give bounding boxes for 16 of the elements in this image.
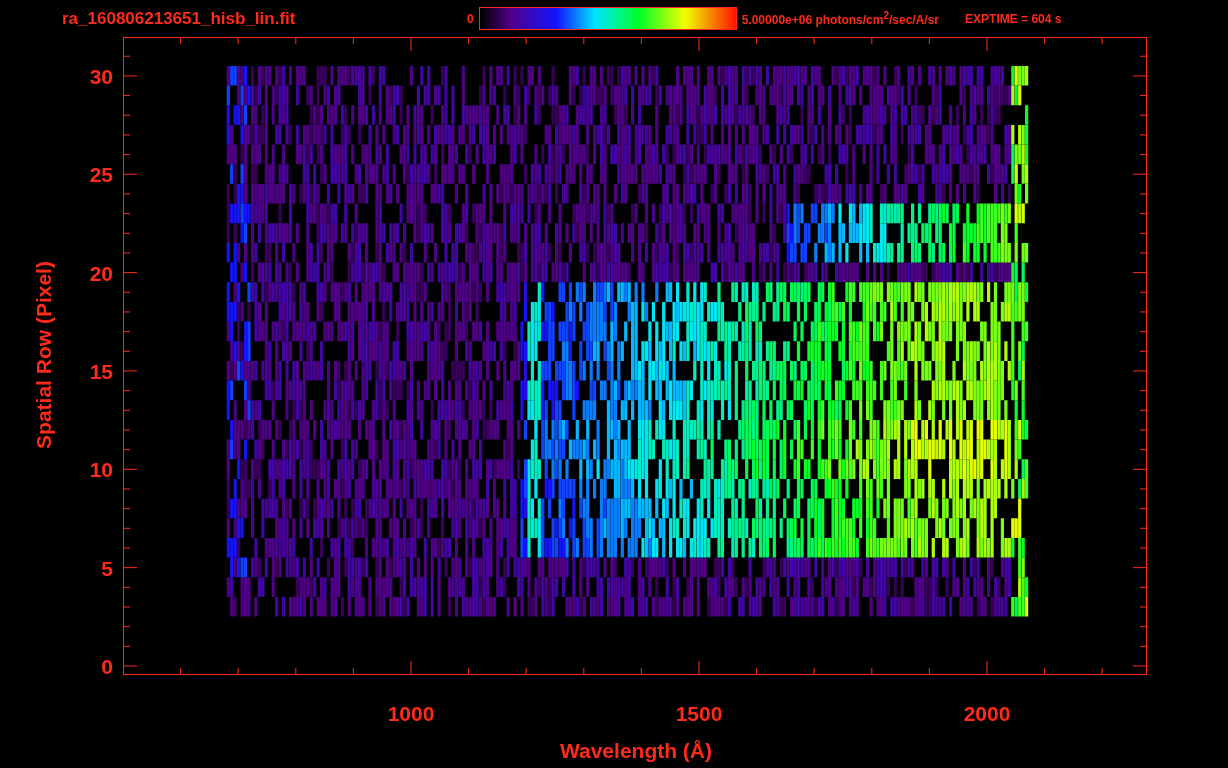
y-tick-label: 0 <box>101 655 113 678</box>
file-title: ra_160806213651_hisb_lin.fit <box>62 8 297 29</box>
x-tick-label: 2000 <box>963 702 1011 725</box>
colorbar-max-label: 5.00000e+06 photons/cm$^{2}$/sec/A/sr <box>741 10 940 27</box>
y-axis-label: Spatial Row (Pixel) <box>32 261 55 449</box>
x-tick-label: 1000 <box>387 702 435 725</box>
y-tick-label: 15 <box>89 359 113 383</box>
x-axis-label: Wavelength (Å) <box>559 739 713 762</box>
exposure-time: EXPTIME = 604 s <box>965 11 1062 26</box>
y-tick-label: 30 <box>89 64 113 88</box>
y-tick-label: 10 <box>89 458 113 482</box>
x-tick-label: 1500 <box>675 702 723 725</box>
y-tick-label: 20 <box>89 261 113 285</box>
colorbar-min-label: 0 <box>467 11 474 26</box>
y-tick-label: 25 <box>89 163 113 187</box>
y-tick-label: 5 <box>101 556 113 580</box>
